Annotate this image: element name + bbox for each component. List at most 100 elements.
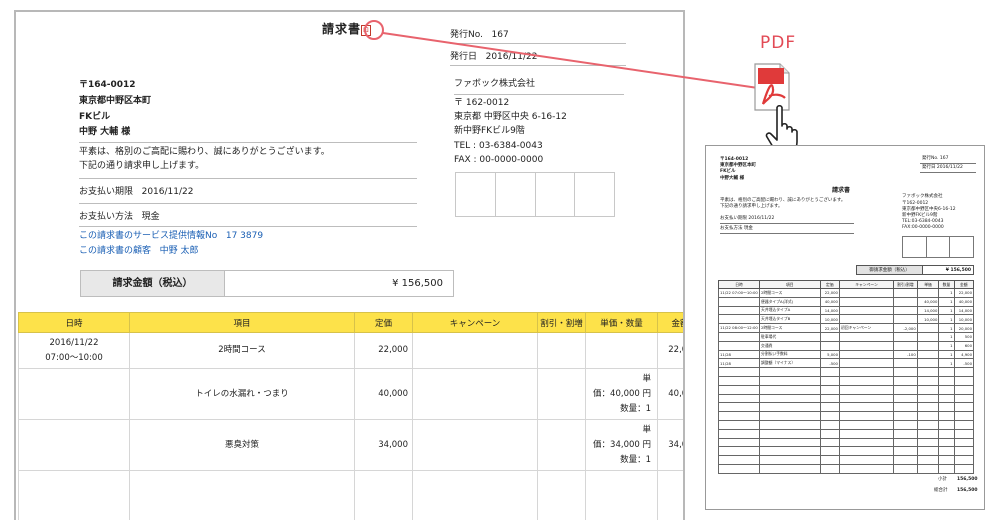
thumb-table-cell	[893, 358, 918, 369]
thumb-table-cell: 天井埋込タイプA	[759, 305, 821, 316]
thumb-table-cell	[893, 419, 918, 430]
thumb-table-cell	[838, 331, 895, 342]
thumb-table-cell: 1	[938, 305, 955, 316]
thumb-subtotal-value: 156,500	[957, 477, 978, 482]
thumb-table-cell	[819, 340, 840, 351]
thumb-table-cell	[759, 455, 821, 465]
thumb-table-cell: 5,000	[819, 349, 840, 360]
thumb-table-cell	[759, 428, 821, 439]
thumb-table-cell: -500	[819, 358, 840, 369]
thumb-table-cell: 10,000	[916, 314, 940, 325]
thumb-table-cell	[759, 402, 821, 413]
thumb-table-cell	[838, 419, 895, 430]
thumb-table-cell	[717, 446, 761, 457]
pdf-preview-thumbnail[interactable]: 発行No. 167 発行日 2016/11/22 〒164-0012 東京都中野…	[705, 145, 985, 510]
thumb-table-row: 交通費 1 600	[717, 340, 974, 351]
thumb-company: ファボック株式会社	[902, 194, 943, 199]
thumb-table-cell	[953, 463, 974, 474]
thumb-grand-total-value: 156,500	[957, 488, 978, 493]
thumb-total-box: 御請求金額（税込） ¥ 156,500	[856, 265, 974, 275]
thumb-table-cell	[717, 384, 761, 395]
thumb-stamp-boxes	[902, 236, 974, 258]
thumb-column-header: 項目	[759, 280, 821, 289]
callout-line	[382, 32, 759, 89]
thumb-table-cell	[838, 314, 895, 325]
divider	[920, 163, 976, 164]
thumb-table-cell	[916, 419, 940, 430]
thumb-company-fax: FAX:00-0000-0000	[902, 225, 944, 230]
thumb-table-cell: 1	[938, 288, 955, 298]
thumb-table-cell	[893, 340, 918, 351]
thumb-table-cell	[838, 384, 895, 395]
thumb-table-cell	[953, 384, 974, 395]
thumb-table-cell: 500	[953, 331, 974, 342]
thumb-table-cell	[916, 331, 940, 342]
thumb-table-row: 天井埋込タイプB 10,000 10,000 1 10,000	[717, 314, 974, 325]
thumb-table-cell	[953, 367, 974, 377]
thumb-table-row	[717, 393, 974, 404]
thumb-table-cell	[916, 428, 940, 439]
thumb-table-cell	[938, 367, 955, 377]
thumb-table-cell	[916, 375, 940, 386]
thumb-table-cell: 600	[953, 340, 974, 351]
thumb-column-header: 日時	[717, 280, 761, 289]
thumb-table-cell	[893, 393, 918, 404]
thumb-table-cell	[916, 446, 940, 457]
thumb-table-cell: 調整額（マイナス）	[759, 358, 821, 369]
thumb-table-row	[717, 384, 974, 395]
thumb-items-table: 日時 項目 定価 キャンペーン 割引/割増 単価 数量 金額 11/22 07:00〜10:0…	[717, 280, 974, 474]
thumb-table-cell	[717, 305, 761, 316]
thumb-column-header: 定価	[819, 280, 840, 289]
thumb-table-cell	[953, 437, 974, 448]
thumb-table-cell	[838, 340, 895, 351]
thumb-table-cell: -500	[953, 358, 974, 369]
thumb-table-cell	[916, 402, 940, 413]
stamp-box	[950, 237, 973, 257]
thumb-table-cell	[838, 367, 895, 377]
thumb-table-cell	[938, 384, 955, 395]
thumb-table-cell	[838, 446, 895, 457]
thumb-table-cell: 22,000	[819, 288, 840, 298]
thumb-table-cell	[838, 349, 895, 360]
thumb-table-cell	[717, 428, 761, 439]
thumb-table-cell	[953, 411, 974, 421]
thumb-table-row: 天井埋込タイプA 14,000 14,000 1 14,000	[717, 305, 974, 316]
thumb-table-cell	[893, 411, 918, 421]
thumb-subtotal-label: 小計	[938, 477, 947, 482]
thumb-table-cell	[717, 314, 761, 325]
thumb-table-cell	[916, 437, 940, 448]
thumb-table-cell	[916, 367, 940, 377]
thumb-table-row	[717, 455, 974, 465]
thumb-table-cell	[938, 455, 955, 465]
thumb-table-row	[717, 419, 974, 430]
thumb-table-cell	[717, 455, 761, 465]
thumb-table-cell: 14,000	[953, 305, 974, 316]
thumb-table-cell	[893, 384, 918, 395]
thumb-table-cell: 22,000	[953, 288, 974, 298]
thumb-grand-total-label: 総合計	[934, 488, 948, 493]
thumb-table-cell	[759, 463, 821, 474]
thumb-table-cell	[717, 419, 761, 430]
thumb-table-cell	[893, 446, 918, 457]
thumb-table-cell	[893, 375, 918, 386]
thumb-total-label: 御請求金額（税込）	[857, 266, 923, 274]
thumb-table-cell: -2,000	[893, 323, 918, 333]
thumb-table-cell	[893, 437, 918, 448]
thumb-table-cell	[916, 393, 940, 404]
thumb-table-cell: 4,900	[953, 349, 974, 360]
thumb-due: お支払い期限 2016/11/22	[720, 216, 775, 221]
thumb-table-cell	[819, 455, 840, 465]
thumb-table-cell	[717, 411, 761, 421]
thumb-table-row	[717, 411, 974, 421]
thumb-table-cell: 1	[938, 331, 955, 342]
thumb-table-cell	[938, 411, 955, 421]
thumb-table-cell: 1	[938, 296, 955, 307]
thumb-table-cell	[838, 358, 895, 369]
thumb-table-cell	[953, 446, 974, 457]
thumb-table-cell	[819, 428, 840, 439]
thumb-table-cell	[938, 402, 955, 413]
thumb-table-row	[717, 367, 974, 377]
thumb-table-cell	[819, 446, 840, 457]
thumb-table-row: 11/28 分割払い手数料 5,000 -100 1 4,900	[717, 349, 974, 360]
thumb-table-cell	[717, 296, 761, 307]
